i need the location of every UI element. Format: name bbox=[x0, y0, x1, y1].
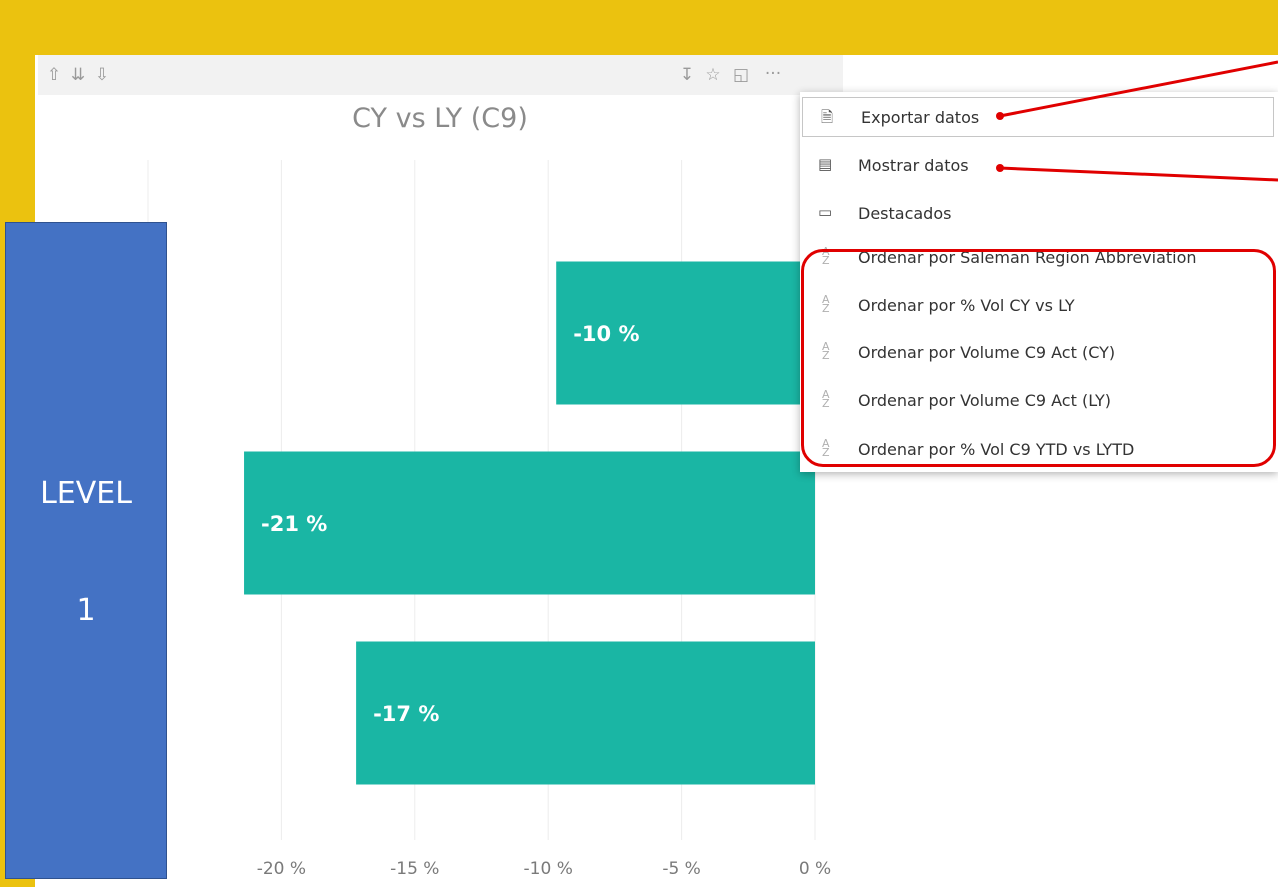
spotlight-icon: ▭ bbox=[818, 203, 833, 221]
menu-item-show-data[interactable]: ▤ Mostrar datos bbox=[800, 145, 1278, 185]
x-tick-label: -15 % bbox=[390, 859, 439, 879]
x-tick-label: -20 % bbox=[257, 859, 306, 879]
menu-item-label: Mostrar datos bbox=[858, 156, 969, 175]
menu-item-export-data[interactable]: 🗎 Exportar datos bbox=[802, 97, 1274, 137]
menu-item-spotlight[interactable]: ▭ Destacados bbox=[800, 193, 1278, 233]
x-tick-label: -10 % bbox=[524, 859, 573, 879]
menu-item-label: Exportar datos bbox=[861, 108, 980, 127]
level-label: LEVEL bbox=[40, 476, 132, 511]
x-tick-label: -5 % bbox=[662, 859, 701, 879]
x-tick-label: 0 % bbox=[799, 859, 831, 879]
level-number: 1 bbox=[76, 593, 96, 628]
level-box: LEVEL 1 bbox=[5, 222, 167, 879]
export-data-icon: 🗎 bbox=[821, 108, 834, 126]
bar-data-label: -10 % bbox=[573, 322, 639, 346]
menu-item-label: Destacados bbox=[858, 204, 952, 223]
show-data-icon: ▤ bbox=[818, 155, 833, 173]
bar-data-label: -21 % bbox=[261, 512, 327, 536]
sort-options-highlight bbox=[801, 249, 1276, 467]
bar-data-label: -17 % bbox=[373, 702, 439, 726]
bar bbox=[244, 451, 816, 595]
